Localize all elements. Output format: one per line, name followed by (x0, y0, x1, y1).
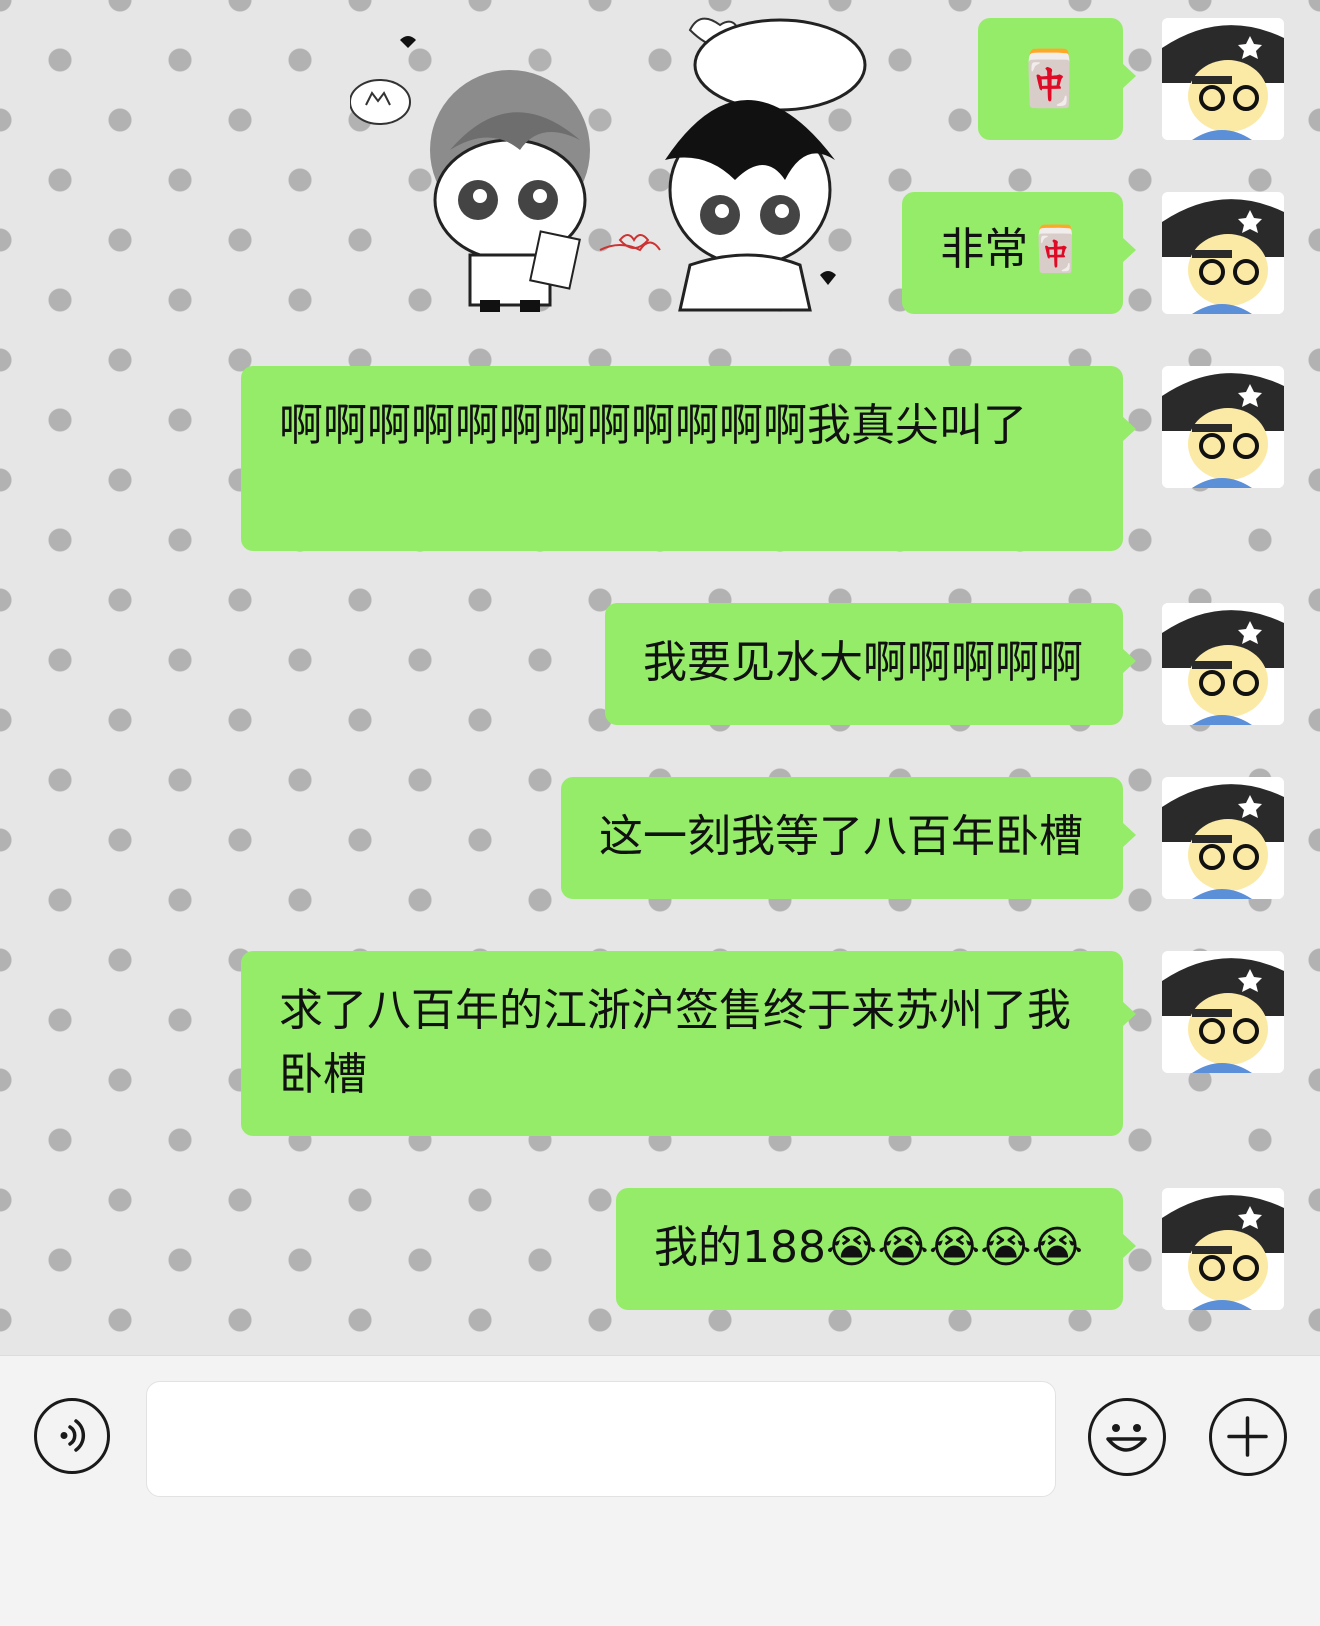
avatar[interactable] (1162, 18, 1284, 140)
voice-button[interactable] (34, 1398, 110, 1474)
plus-button[interactable] (1209, 1398, 1287, 1476)
message-bubble[interactable]: 我的188😭😭😭😭😭 (615, 1188, 1137, 1310)
voice-icon (60, 1419, 86, 1452)
chat-area: 🀄 非常🀄 啊啊啊啊啊啊啊啊啊啊啊啊我真尖叫了 我要见水大啊啊啊啊啊 这一刻我等… (0, 0, 1320, 1355)
message-bubble[interactable]: 这一刻我等了八百年卧槽 (561, 777, 1136, 899)
avatar[interactable] (1162, 777, 1284, 899)
message-input[interactable] (146, 1381, 1056, 1497)
emoji-icon (1106, 1424, 1147, 1452)
message-bubble[interactable]: 非常🀄 (902, 192, 1136, 314)
avatar[interactable] (1162, 1188, 1284, 1310)
message-bubble[interactable]: 我要见水大啊啊啊啊啊 (605, 603, 1136, 725)
message-bubble[interactable]: 🀄 (977, 18, 1137, 140)
avatar[interactable] (1162, 603, 1284, 725)
emoji-button[interactable] (1088, 1398, 1166, 1476)
input-bar (0, 1355, 1320, 1626)
avatar[interactable] (1162, 366, 1284, 488)
chibi-sticker-image[interactable] (350, 10, 920, 320)
avatar[interactable] (1162, 192, 1284, 314)
message-bubble[interactable]: 求了八百年的江浙沪签售终于来苏州了我卧槽 (241, 951, 1136, 1136)
plus-icon (1227, 1416, 1268, 1457)
avatar[interactable] (1162, 951, 1284, 1073)
message-bubble[interactable]: 啊啊啊啊啊啊啊啊啊啊啊啊我真尖叫了 (241, 366, 1136, 551)
